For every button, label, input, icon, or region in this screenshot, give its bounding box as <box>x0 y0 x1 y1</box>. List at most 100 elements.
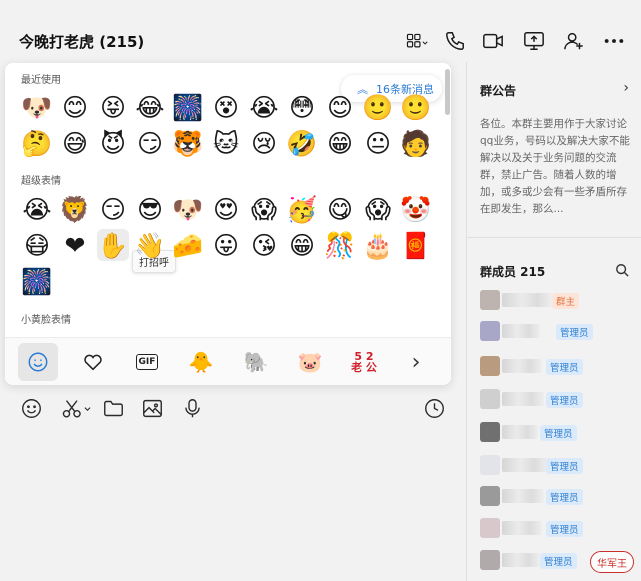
member-row[interactable]: 管理员 <box>480 389 640 409</box>
sticker-item[interactable]: 🎆 <box>21 265 53 297</box>
sticker-item[interactable]: 😋 <box>324 193 356 225</box>
sticker-item[interactable]: 🤡 <box>400 193 432 225</box>
image-icon[interactable] <box>140 396 164 420</box>
sticker-item[interactable]: 🧀 <box>172 229 204 261</box>
member-name-blurred <box>502 425 538 439</box>
tab-favorites[interactable] <box>73 343 113 381</box>
sticker-item[interactable]: 🐱 <box>210 127 242 159</box>
member-row[interactable]: 管理员 <box>480 486 640 506</box>
role-badge: 管理员 <box>546 359 583 375</box>
section-label-yellow-face: 小黄脸表情 <box>21 315 71 326</box>
avatar[interactable] <box>480 321 500 341</box>
sticker-item[interactable]: 😎 <box>134 193 166 225</box>
sticker-item[interactable]: 🐯 <box>172 127 204 159</box>
add-member-icon[interactable] <box>562 29 586 53</box>
sticker-item[interactable]: 😢 <box>248 127 280 159</box>
emoji-icon[interactable] <box>19 396 43 420</box>
sticker-item[interactable]: 😱 <box>248 193 280 225</box>
avatar[interactable] <box>480 550 500 570</box>
role-badge: 管理员 <box>556 324 593 340</box>
panel-scrollbar[interactable] <box>445 69 450 115</box>
tab-sticker-pack-2[interactable]: 🐘 <box>236 343 276 381</box>
sticker-item[interactable]: 😵 <box>210 91 242 123</box>
sticker-item[interactable]: 🤣 <box>286 127 318 159</box>
tab-sticker-pack-3[interactable]: 🐷 <box>290 343 330 381</box>
sticker-item[interactable]: 🐶 <box>172 193 204 225</box>
avatar[interactable] <box>480 422 500 442</box>
tab-next[interactable]: › <box>396 343 436 381</box>
sticker-item[interactable]: 🎆 <box>172 91 204 123</box>
sticker-item[interactable]: 😏 <box>134 127 166 159</box>
microphone-icon[interactable] <box>180 396 204 420</box>
sticker-item[interactable]: 😷 <box>21 229 53 261</box>
sticker-item[interactable]: 😭 <box>248 91 280 123</box>
tab-gif[interactable]: GIF <box>127 343 167 381</box>
sticker-item[interactable]: 😘 <box>248 229 280 261</box>
avatar[interactable] <box>480 389 500 409</box>
sticker-item[interactable]: 😛 <box>210 229 242 261</box>
gif-icon: GIF <box>135 354 159 370</box>
member-row[interactable]: 管理员 <box>480 356 640 376</box>
group-notice-text[interactable]: 各位。本群主要用作于大家讨论qq业务，号码以及解决大家不能解决以及关于业务问题的… <box>480 116 636 218</box>
chevron-right-icon[interactable]: › <box>623 80 629 96</box>
sticker-item[interactable]: 😁 <box>286 229 318 261</box>
tab-emoji[interactable] <box>18 343 58 381</box>
screen-share-icon[interactable] <box>522 29 546 53</box>
sticker-item[interactable]: ❤ <box>59 229 91 261</box>
heart-icon <box>84 354 102 371</box>
sticker-item[interactable]: 🐶 <box>21 91 53 123</box>
clock-icon[interactable] <box>422 396 446 420</box>
sticker-item[interactable]: ✋ <box>97 229 129 261</box>
sticker-item[interactable]: 🙂 <box>400 91 432 123</box>
tab-sticker-pack-4[interactable]: 5 2 老 公 <box>344 343 384 381</box>
sticker-item[interactable]: 😝 <box>97 91 129 123</box>
sticker-item[interactable]: 😊 <box>324 91 356 123</box>
member-name-blurred <box>502 359 542 373</box>
sticker-item[interactable]: 😱 <box>362 193 394 225</box>
sticker-item[interactable]: 😅 <box>59 127 91 159</box>
sticker-item[interactable]: 😏 <box>97 193 129 225</box>
role-badge: 管理员 <box>540 425 577 441</box>
avatar[interactable] <box>480 455 500 475</box>
sticker-item[interactable]: 🥳 <box>286 193 318 225</box>
folder-icon[interactable] <box>101 396 125 420</box>
sticker-item[interactable]: 🎊 <box>324 229 356 261</box>
sticker-item[interactable]: 😈 <box>97 127 129 159</box>
group-notice-title[interactable]: 群公告 <box>480 82 516 99</box>
smiley-icon <box>28 352 48 372</box>
member-row[interactable]: 管理员 <box>480 422 640 442</box>
avatar[interactable] <box>480 486 500 506</box>
sticker-item[interactable]: 😁 <box>324 127 356 159</box>
sticker-item[interactable]: 🧑 <box>400 127 432 159</box>
member-row[interactable]: 群主 <box>480 290 640 310</box>
member-row[interactable]: 管理员 <box>480 518 640 538</box>
member-row[interactable]: 管理员 <box>480 455 640 475</box>
sticker-item[interactable]: 😂 <box>134 91 166 123</box>
more-icon[interactable] <box>602 29 626 53</box>
scissors-icon[interactable] <box>59 396 95 420</box>
avatar[interactable] <box>480 290 500 310</box>
sticker-item[interactable]: 🧧 <box>400 229 432 261</box>
sticker-item[interactable]: 👋 <box>134 229 166 261</box>
tab-sticker-pack-1[interactable]: 🐥 <box>181 343 221 381</box>
sticker-item[interactable]: 😍 <box>210 193 242 225</box>
avatar[interactable] <box>480 518 500 538</box>
sticker-item[interactable]: 🎂 <box>362 229 394 261</box>
sticker-item[interactable]: 😐 <box>362 127 394 159</box>
sticker-item[interactable]: 😳 <box>286 91 318 123</box>
member-name-blurred <box>502 324 540 338</box>
sticker-item[interactable]: 😊 <box>59 91 91 123</box>
member-row[interactable]: 管理员 <box>480 321 640 341</box>
sticker-item[interactable]: 🤔 <box>21 127 53 159</box>
sticker-item[interactable]: 😭 <box>21 193 53 225</box>
sticker-panel: 最近使用 超级表情 小黄脸表情 ︽ 16条新消息 打招呼 GIF 🐥 🐘 🐷 5… <box>5 63 451 385</box>
section-label-recent: 最近使用 <box>21 75 61 86</box>
role-badge: 管理员 <box>546 458 583 474</box>
sticker-item[interactable]: 🦁 <box>59 193 91 225</box>
search-icon[interactable] <box>615 262 631 278</box>
avatar[interactable] <box>480 356 500 376</box>
sticker-item[interactable]: 🙂 <box>362 91 394 123</box>
apps-icon[interactable] <box>400 29 434 53</box>
video-call-icon[interactable] <box>481 29 505 53</box>
phone-icon[interactable] <box>443 29 467 53</box>
